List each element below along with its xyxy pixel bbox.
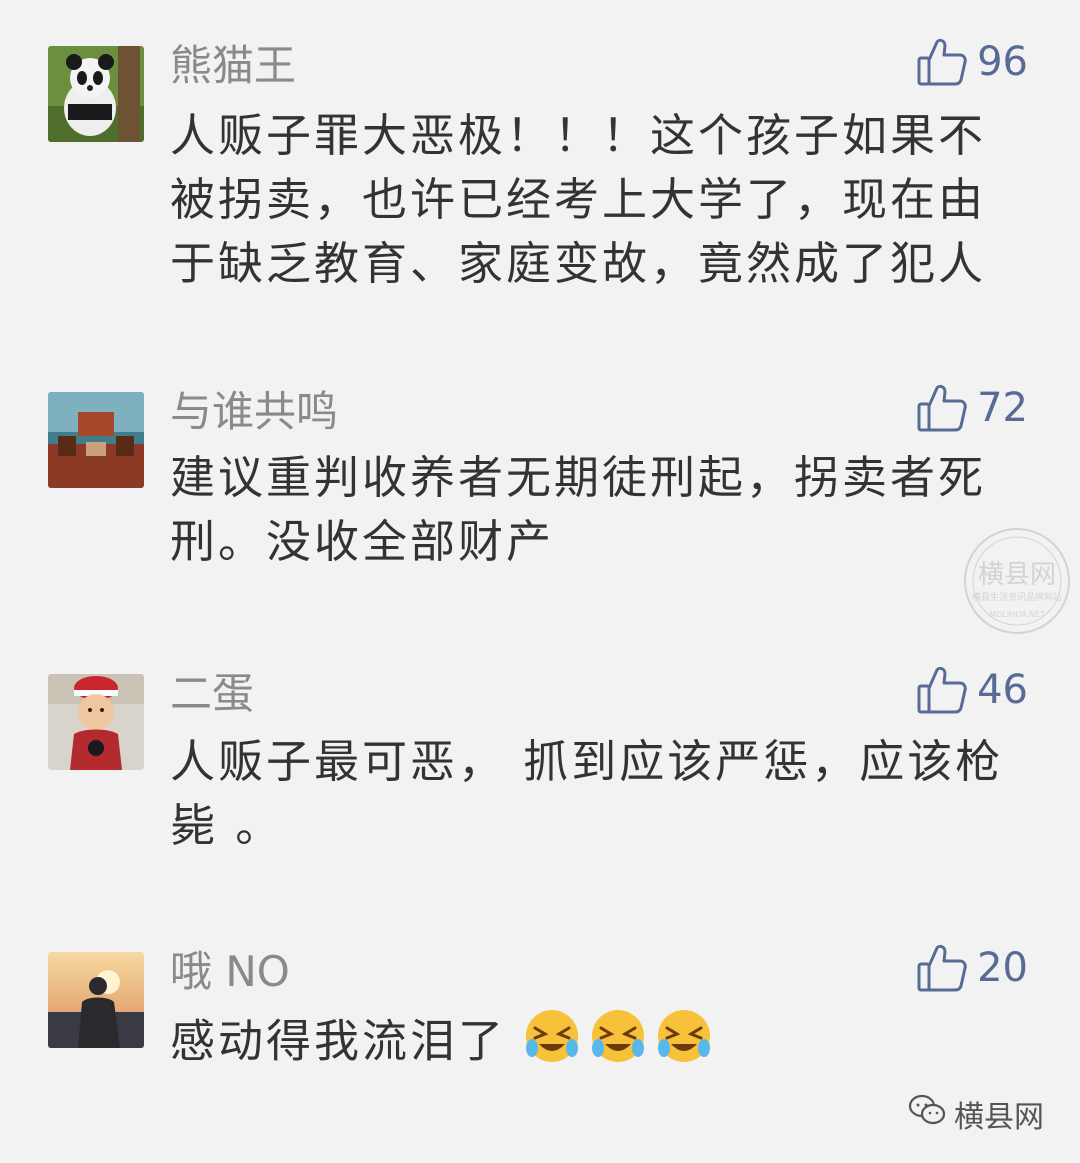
comment-text: 人贩子最可恶， 抓到应该严惩，应该枪毙 。 [170,735,1004,852]
comment-nickname[interactable]: 哦 NO [170,944,290,1000]
crying-laughing-emoji [589,1008,647,1081]
sunset-avatar[interactable] [48,952,144,1048]
watermark-title: 横县网 [978,560,1056,590]
like-count: 20 [977,945,1028,991]
comment-nickname[interactable]: 熊猫王 [170,38,296,94]
like-button[interactable]: 20 [917,940,1028,996]
like-count: 72 [977,385,1028,431]
comment-nickname[interactable]: 二蛋 [170,666,254,722]
comment-text: 感动得我流泪了 [170,1014,507,1068]
like-button[interactable]: 72 [917,380,1028,436]
comment-text: 人贩子罪大恶极！！！这个孩子如果不被拐卖，也许已经考上大学了，现在由于缺乏教育、… [170,109,987,290]
like-button[interactable]: 46 [917,662,1028,718]
like-count: 46 [977,667,1028,713]
room-avatar[interactable] [48,392,144,488]
crying-laughing-emoji [523,1008,581,1081]
panda-avatar[interactable] [48,46,144,142]
thumbs-up-icon [917,666,967,714]
comment-nickname[interactable]: 与谁共鸣 [170,384,338,440]
watermark-domain: MOLIHUA.NET [989,610,1045,619]
watermark-subtitle: 横县生活资讯品牌网站 [972,591,1062,603]
child-avatar[interactable] [48,674,144,770]
thumbs-up-icon [917,384,967,432]
watermark-seal: 横县网 横县生活资讯品牌网站 MOLIHUA.NET [955,525,1079,637]
thumbs-up-icon [917,38,967,86]
account-name: 横县网 [954,1100,1044,1135]
crying-laughing-emoji [655,1008,713,1081]
like-count: 96 [977,39,1028,85]
comment-text: 建议重判收养者无期徒刑起，拐卖者死刑。没收全部财产 [170,451,987,568]
like-button[interactable]: 96 [917,34,1028,90]
wechat-icon [908,1094,946,1134]
thumbs-up-icon [917,944,967,992]
account-brand[interactable]: 横县网 [908,1092,1044,1136]
comment-text-line: 感动得我流泪了 [170,1008,1030,1081]
